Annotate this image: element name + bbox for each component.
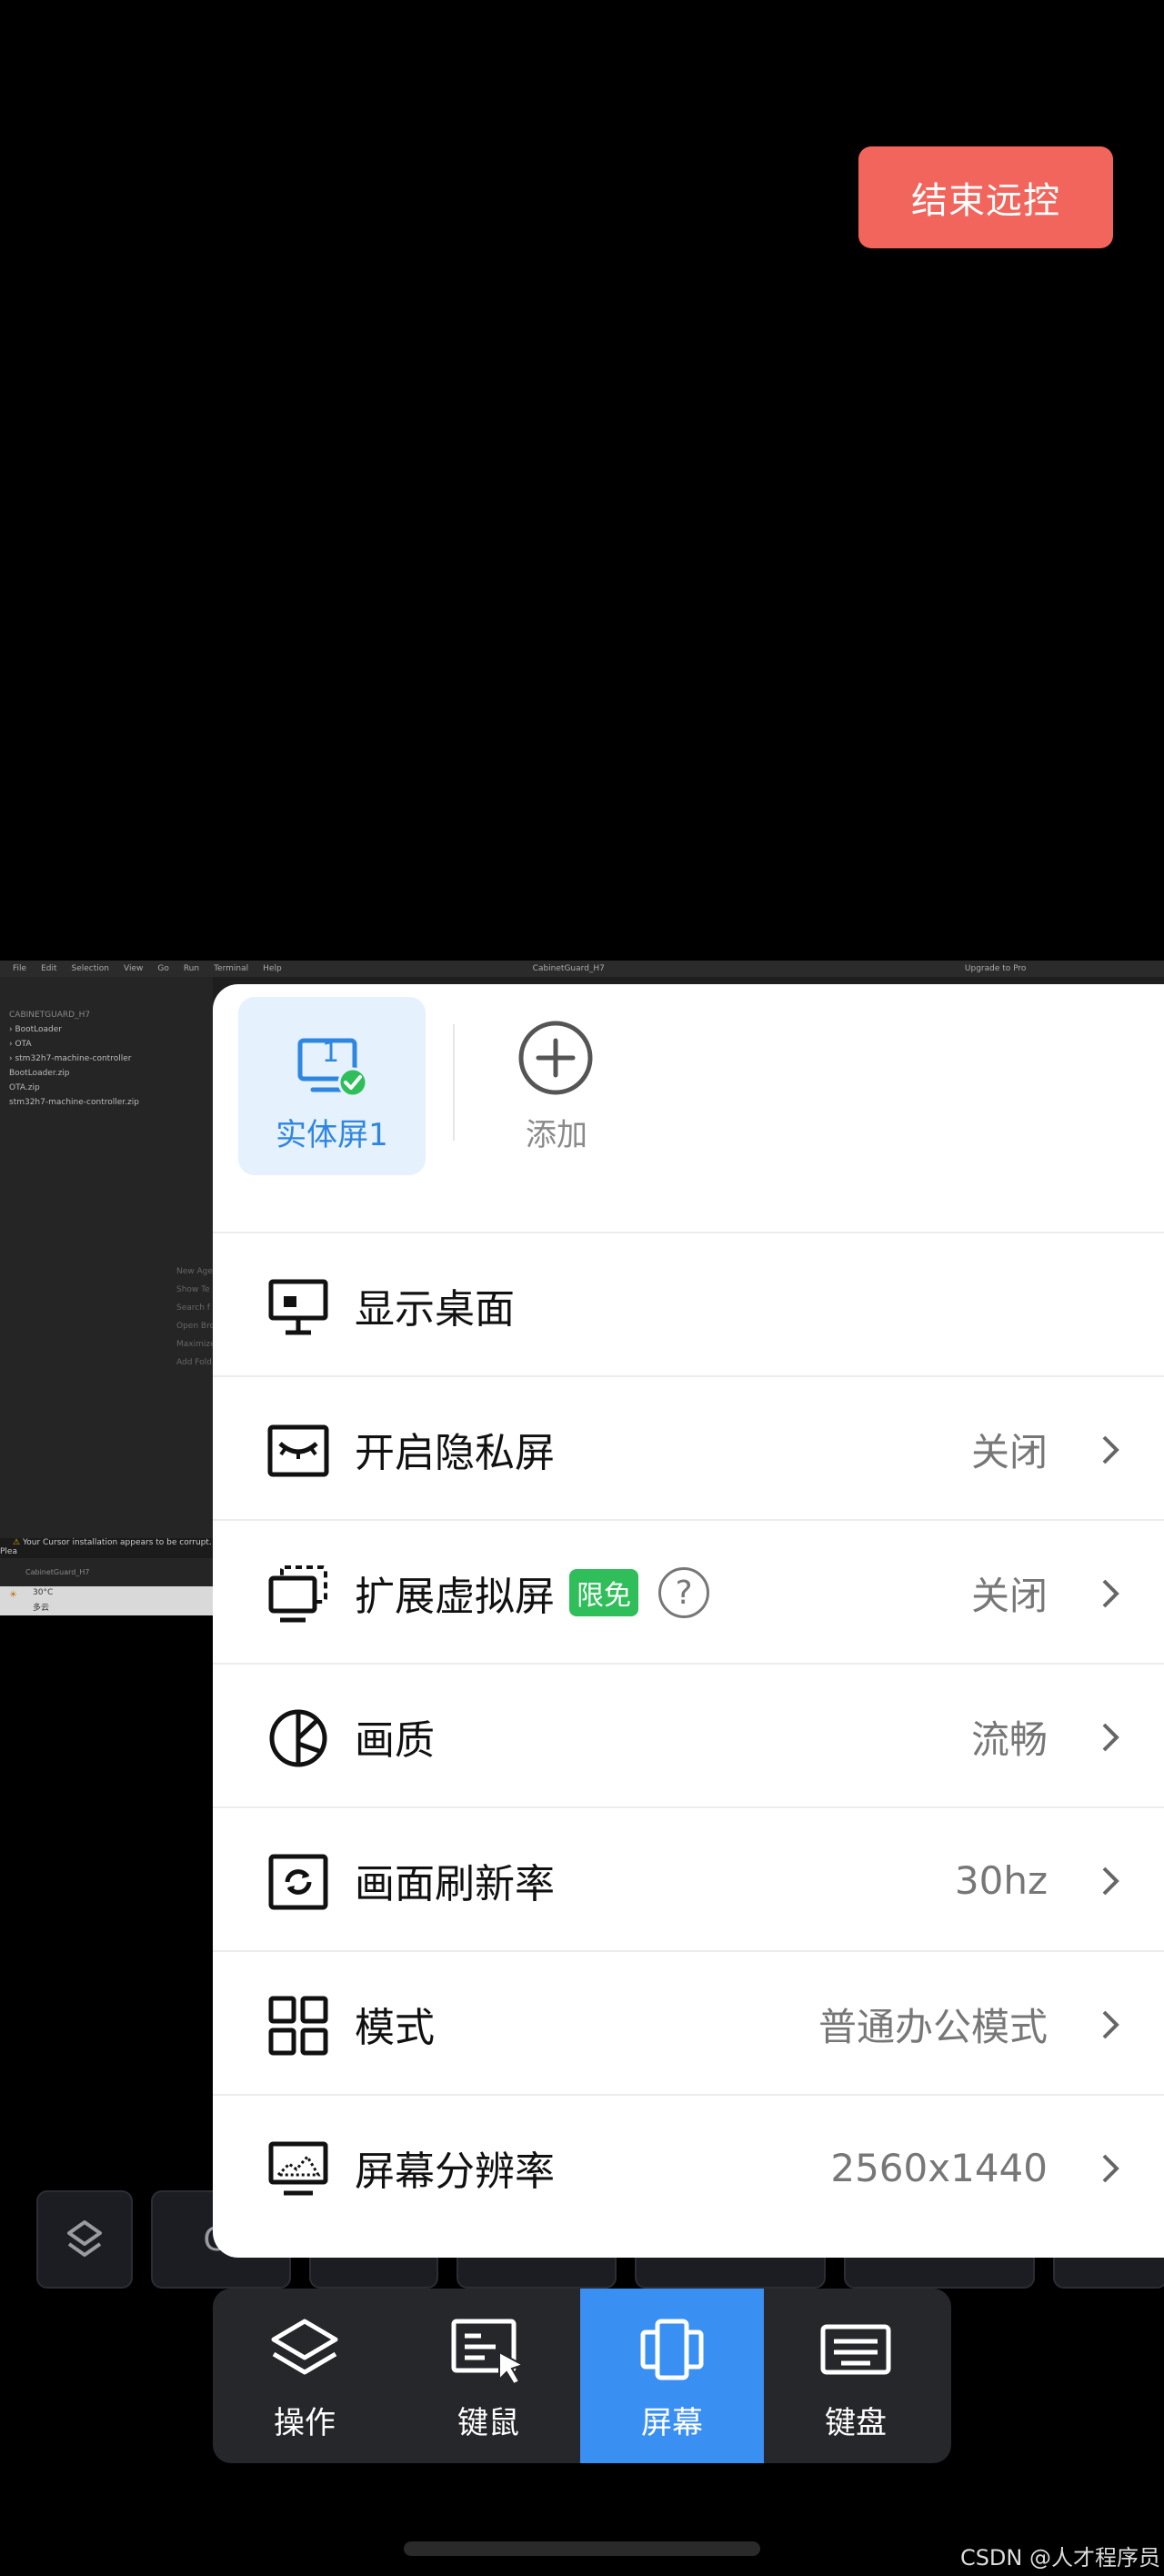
- tab-keyboard-mouse[interactable]: 键鼠: [396, 2289, 580, 2463]
- keyboard-mouse-icon: [451, 2319, 526, 2386]
- help-icon[interactable]: ?: [658, 1567, 709, 1618]
- screen-tile-label: 实体屏1: [276, 1117, 388, 1153]
- eye-closed-icon: [267, 1424, 329, 1477]
- grid-mode-icon: [268, 1996, 328, 2056]
- shortcut-toggle-key[interactable]: [36, 2190, 133, 2289]
- tree-item: › stm32h7-machine-controller: [9, 1054, 132, 1063]
- tab-operation[interactable]: 操作: [213, 2289, 396, 2463]
- chevron-right-icon: [1102, 2010, 1119, 2039]
- row-value: 流畅: [970, 1716, 1048, 1762]
- remote-menu-file: File: [13, 964, 27, 973]
- watermark: CSDN @人才程序员: [959, 2545, 1160, 2571]
- remote-status-text: CabinetGuard_H7: [25, 1568, 90, 1576]
- tab-label: 键鼠: [457, 2405, 519, 2441]
- tab-label: 屏幕: [641, 2405, 703, 2441]
- chevron-right-icon: [1102, 1579, 1119, 1608]
- tab-label: 键盘: [825, 2405, 887, 2441]
- row-label: 显示桌面: [355, 1286, 515, 1333]
- row-show-desktop[interactable]: 显示桌面: [213, 1232, 1164, 1377]
- tab-screen[interactable]: 屏幕: [580, 2289, 764, 2463]
- remote-upgrade: Upgrade to Pro: [964, 964, 1027, 973]
- physical-screen-1-tile[interactable]: 1 实体屏1: [238, 997, 426, 1175]
- row-refresh-rate[interactable]: 画面刷新率 30hz: [213, 1806, 1164, 1952]
- monitor-icon: [268, 1279, 328, 1335]
- tree-item: BootLoader.zip: [9, 1069, 70, 1078]
- tree-item: › OTA: [9, 1040, 32, 1049]
- add-screen-label: 添加: [526, 1117, 587, 1153]
- row-resolution[interactable]: 屏幕分辨率 2560x1440: [213, 2094, 1164, 2239]
- divider: [453, 1024, 455, 1141]
- end-remote-button[interactable]: 结束远控: [858, 146, 1113, 248]
- weather-temp: 30°C: [33, 1588, 54, 1597]
- remote-menu-selection: Selection: [71, 964, 109, 973]
- row-label: 屏幕分辨率: [355, 2148, 555, 2195]
- weather-icon: ☀: [9, 1590, 17, 1600]
- refresh-icon: [268, 1854, 328, 1910]
- remote-menu-terminal: Terminal: [214, 964, 249, 973]
- row-privacy-screen[interactable]: 开启隐私屏 关闭: [213, 1375, 1164, 1521]
- free-badge: 限免: [569, 1569, 638, 1616]
- remote-menu-help: Help: [263, 964, 282, 973]
- chevron-right-icon: [1102, 2154, 1119, 2183]
- screen-selector: 1 实体屏1 添加: [213, 984, 1164, 1233]
- add-screen-icon[interactable]: [517, 1019, 595, 1097]
- screen-number: 1: [322, 1037, 340, 1069]
- row-value: 30hz: [954, 1857, 1048, 1903]
- remote-window-title: CabinetGuard_H7: [532, 964, 605, 973]
- home-indicator[interactable]: [404, 2541, 760, 2556]
- chevron-right-icon: [1102, 1435, 1119, 1464]
- resolution-icon: [268, 2141, 328, 2196]
- row-value: 普通办公模式: [818, 2004, 1048, 2049]
- row-quality[interactable]: 画质 流畅: [213, 1663, 1164, 1808]
- tree-item: › BootLoader: [9, 1025, 63, 1034]
- quality-icon: [269, 1709, 327, 1767]
- row-value: 2560x1440: [830, 2145, 1048, 2190]
- remote-menu-edit: Edit: [41, 964, 57, 973]
- row-label: 开启隐私屏: [355, 1430, 555, 1476]
- row-value: 关闭: [970, 1573, 1048, 1618]
- warning-text: Your Cursor installation appears to be c…: [0, 1538, 212, 1556]
- row-value: 关闭: [970, 1429, 1048, 1474]
- tab-label: 操作: [274, 2405, 336, 2441]
- row-label: 画面刷新率: [355, 1861, 555, 1907]
- row-label: 画质: [355, 1717, 435, 1764]
- keyboard-icon: [820, 2324, 891, 2375]
- row-mode[interactable]: 模式 普通办公模式: [213, 1950, 1164, 2096]
- row-label: 模式: [355, 2005, 435, 2051]
- tree-item: CABINETGUARD_H7: [9, 1011, 91, 1020]
- chevron-right-icon: [1102, 1723, 1119, 1752]
- virtual-screen-icon: [268, 1565, 327, 1623]
- remote-taskbar: ☀ 30°C 多云: [0, 1586, 213, 1615]
- weather-desc: 多云: [33, 1604, 50, 1613]
- layers-icon: [271, 2319, 338, 2375]
- shortcut-icon: [67, 2220, 102, 2257]
- chevron-right-icon: [1102, 1867, 1119, 1896]
- row-label-group: 扩展虚拟屏 限免 ?: [355, 1521, 709, 1665]
- remote-menu-view: View: [123, 964, 144, 973]
- remote-statusbar: CabinetGuard_H7: [0, 1568, 213, 1586]
- remote-menu-run: Run: [183, 964, 200, 973]
- remote-file-tree: CABINETGUARD_H7 › BootLoader › OTA › stm…: [9, 1008, 139, 1110]
- bottom-tab-bar: 操作 键鼠 屏幕 键盘: [213, 2289, 951, 2463]
- tree-item: OTA.zip: [9, 1083, 40, 1092]
- remote-menu-go: Go: [157, 964, 169, 973]
- screen-icon: [640, 2319, 704, 2380]
- screen-settings-panel: 1 实体屏1 添加 显示桌面 开启隐私屏 关闭 扩展虚拟屏 限免 ? 关闭 画质…: [213, 984, 1164, 2258]
- row-virtual-screen[interactable]: 扩展虚拟屏 限免 ? 关闭: [213, 1519, 1164, 1665]
- tab-keyboard[interactable]: 键盘: [764, 2289, 948, 2463]
- row-label: 扩展虚拟屏: [355, 1574, 555, 1620]
- remote-warning: ⚠ Your Cursor installation appears to be…: [0, 1538, 213, 1558]
- remote-menubar: File Edit Selection View Go Run Terminal…: [0, 961, 1164, 977]
- tree-item: stm32h7-machine-controller.zip: [9, 1098, 139, 1107]
- warning-icon: ⚠: [13, 1538, 21, 1547]
